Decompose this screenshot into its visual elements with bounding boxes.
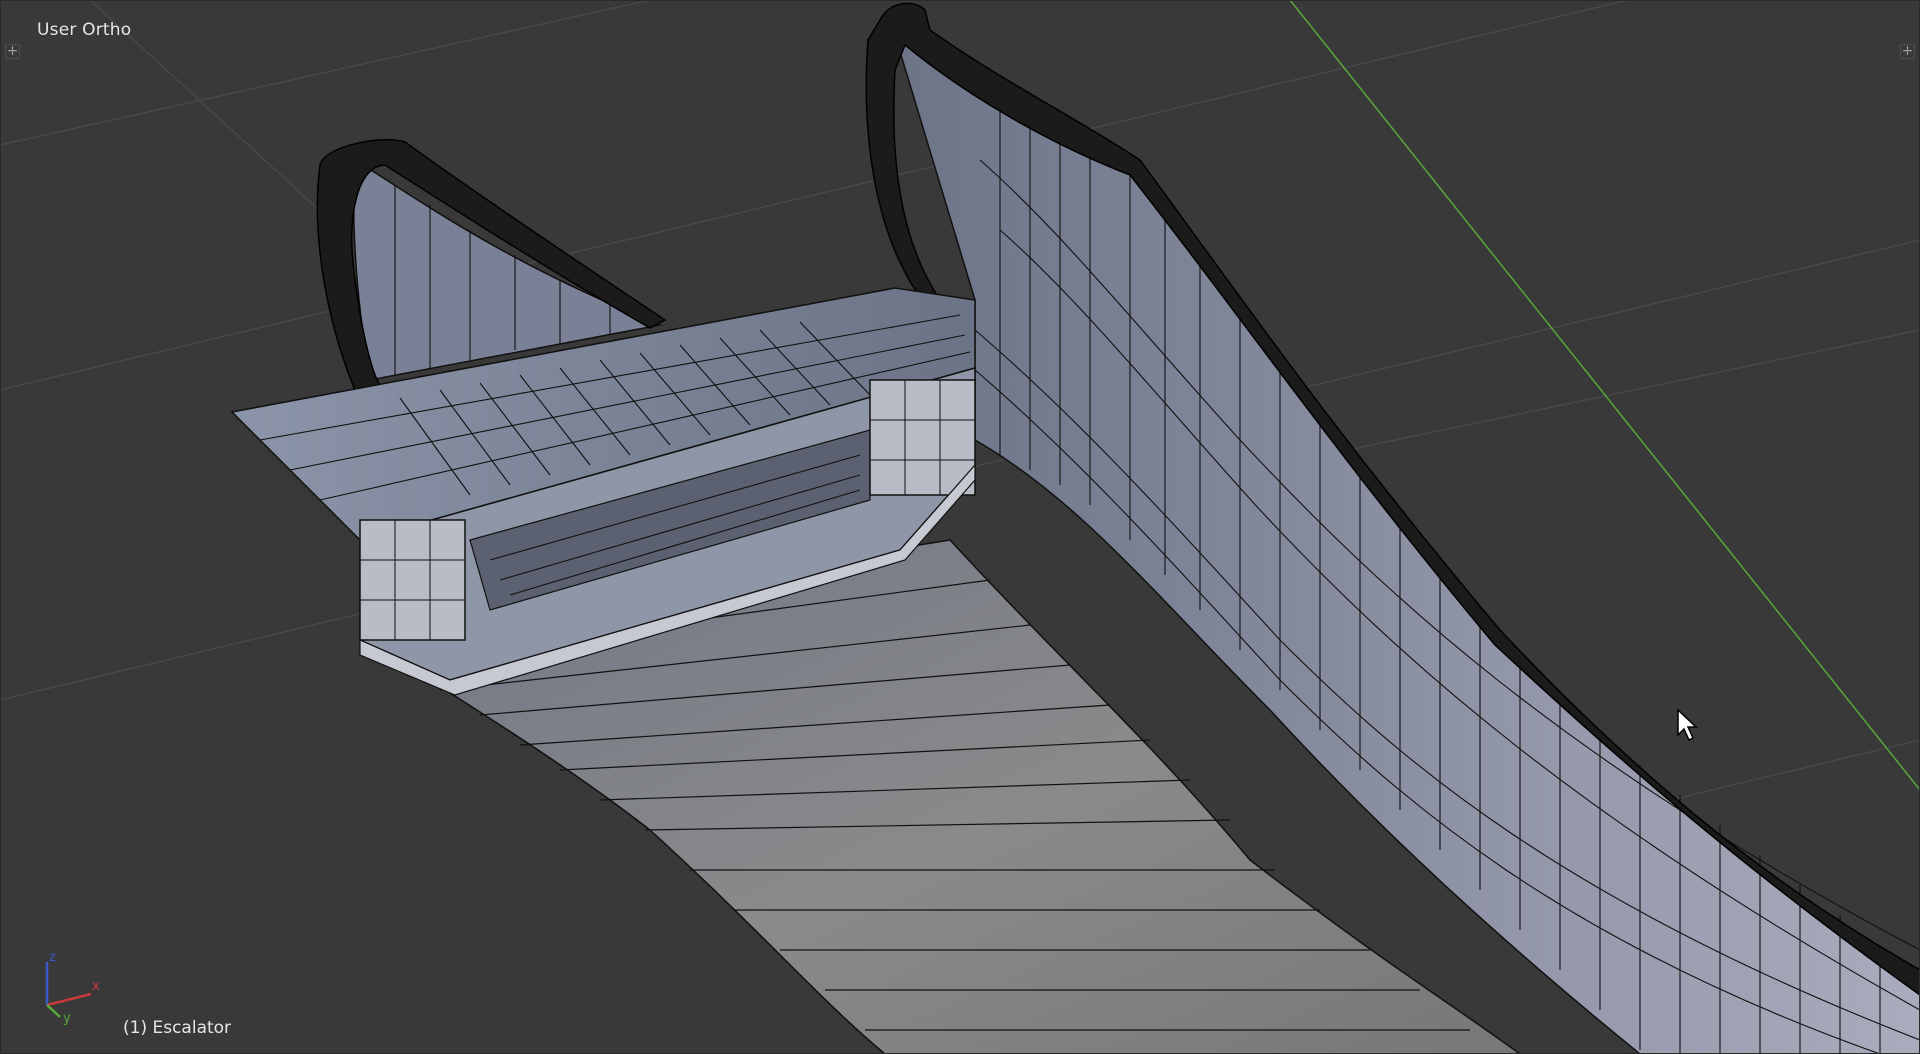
escalator-mesh-scene[interactable] xyxy=(0,0,1920,1054)
x-axis-label: x xyxy=(92,979,100,994)
active-object-label: (1) Escalator xyxy=(123,1018,232,1038)
plus-icon[interactable]: + xyxy=(1900,44,1915,59)
x-axis-indicator xyxy=(46,992,92,1007)
z-axis-label: z xyxy=(49,950,56,965)
y-axis-indicator xyxy=(46,1004,61,1018)
y-axis-label: y xyxy=(63,1011,71,1026)
plus-icon[interactable]: + xyxy=(5,44,20,59)
axis-gizmo: z x y xyxy=(45,950,100,1026)
mouse-pointer-icon xyxy=(1677,709,1698,742)
view-label: User Ortho xyxy=(37,20,132,40)
3d-viewport[interactable]: User Ortho + + z x y (1) Escalator xyxy=(0,0,1920,1054)
